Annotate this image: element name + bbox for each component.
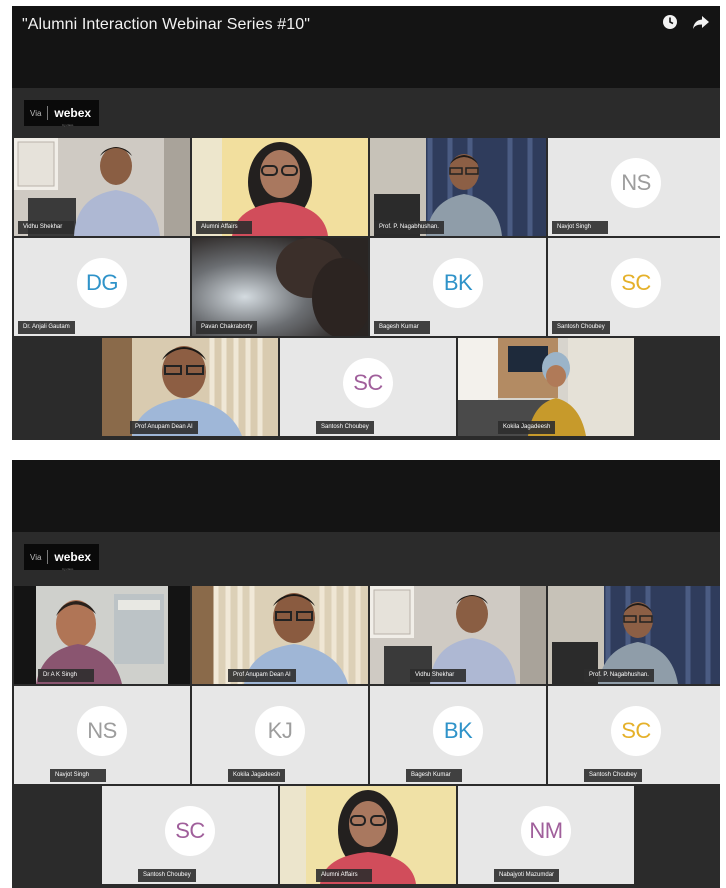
participant-tile[interactable]: SC Santosh Choubey [548, 238, 720, 336]
participant-tile[interactable]: Prof. P. Nagabhushan. [370, 138, 546, 236]
participant-name: Santosh Choubey [316, 421, 374, 434]
participant-avatar: KJ [255, 706, 305, 757]
participant-name: Navjot Singh [552, 221, 608, 234]
webinar-screenshot-2: Via webex by cisco Dr A K Singh Prof Anu… [12, 460, 720, 888]
webex-branding: Via webex by cisco [24, 544, 100, 571]
participant-avatar: BK [433, 706, 483, 757]
participant-avatar: SC [165, 806, 215, 857]
participant-tile[interactable]: DG Dr. Anjali Gautam [14, 238, 190, 336]
participant-tile[interactable]: Pavan Chakraborty [192, 238, 368, 336]
participant-name: Kokila Jagadeesh [498, 421, 556, 434]
webinar-screenshot-1: "Alumni Interaction Webinar Series #10" … [12, 6, 720, 440]
participant-tile[interactable]: Prof Anupam Dean AI [192, 586, 368, 684]
share-arrow-icon[interactable] [692, 14, 710, 35]
participant-tile[interactable]: SC Santosh Choubey [102, 786, 278, 884]
participant-tile[interactable]: NS Navjot Singh [548, 138, 720, 236]
webex-branding: Via webex by cisco [24, 100, 100, 127]
participant-avatar: BK [433, 258, 483, 309]
video-title[interactable]: "Alumni Interaction Webinar Series #10" [22, 16, 310, 34]
clock-icon[interactable] [662, 14, 678, 35]
participant-tile[interactable]: Kokila Jagadeesh [458, 338, 634, 436]
participant-tile[interactable]: Dr A K Singh [14, 586, 190, 684]
participant-name: Navjot Singh [50, 769, 106, 782]
webex-logo: webex by cisco [54, 106, 92, 127]
participant-name: Alumni Affairs [196, 221, 252, 234]
participant-name: Prof Anupam Dean AI [130, 421, 198, 434]
participant-avatar: SC [611, 706, 661, 757]
participant-avatar: NM [521, 806, 571, 857]
participant-avatar: SC [343, 358, 393, 409]
participant-tile[interactable]: Prof. P. Nagabhushan. [548, 586, 720, 684]
participant-tile[interactable]: SC Santosh Choubey [280, 338, 456, 436]
video-top-controls [662, 14, 710, 35]
participant-tile[interactable]: BK Bagesh Kumar [370, 238, 546, 336]
participant-name: Vidhu Shekhar [410, 669, 466, 682]
participant-tile[interactable]: Vidhu Shekhar [370, 586, 546, 684]
participant-tile[interactable]: SC Santosh Choubey [548, 686, 720, 784]
participant-name: Nabajyoti Mazumdar [494, 869, 560, 882]
participant-avatar: SC [611, 258, 661, 309]
participant-name: Pavan Chakraborty [196, 321, 258, 334]
participant-tile[interactable]: Alumni Affairs [192, 138, 368, 236]
via-label: Via [30, 108, 42, 118]
participant-name: Alumni Affairs [316, 869, 372, 882]
participant-name: Santosh Choubey [584, 769, 642, 782]
participant-name: Prof. P. Nagabhushan. [374, 221, 444, 234]
participant-tile[interactable]: KJ Kokila Jagadeesh [192, 686, 368, 784]
participant-name: Santosh Choubey [552, 321, 610, 334]
participant-name: Dr A K Singh [38, 669, 94, 682]
participant-name: Vidhu Shekhar [18, 221, 74, 234]
participant-avatar: NS [77, 706, 127, 757]
branding-divider [47, 106, 49, 120]
participant-tile[interactable]: Vidhu Shekhar [14, 138, 190, 236]
participant-name: Prof. P. Nagabhushan. [584, 669, 654, 682]
participant-tile[interactable]: NM Nabajyoti Mazumdar [458, 786, 634, 884]
participant-tile[interactable]: Prof Anupam Dean AI [102, 338, 278, 436]
participant-tile[interactable]: NS Navjot Singh [14, 686, 190, 784]
participant-avatar: DG [77, 258, 127, 309]
participant-tile[interactable]: BK Bagesh Kumar [370, 686, 546, 784]
participant-name: Prof Anupam Dean AI [228, 669, 296, 682]
participant-name: Santosh Choubey [138, 869, 196, 882]
participant-name: Bagesh Kumar [406, 769, 462, 782]
participant-tile[interactable]: Alumni Affairs [280, 786, 456, 884]
participant-avatar: NS [611, 158, 661, 209]
webex-logo: webex by cisco [54, 550, 92, 571]
participant-name: Kokila Jagadeesh [228, 769, 286, 782]
via-label: Via [30, 552, 42, 562]
participant-name: Dr. Anjali Gautam [18, 321, 75, 334]
participant-name: Bagesh Kumar [374, 321, 430, 334]
branding-divider [47, 550, 49, 564]
